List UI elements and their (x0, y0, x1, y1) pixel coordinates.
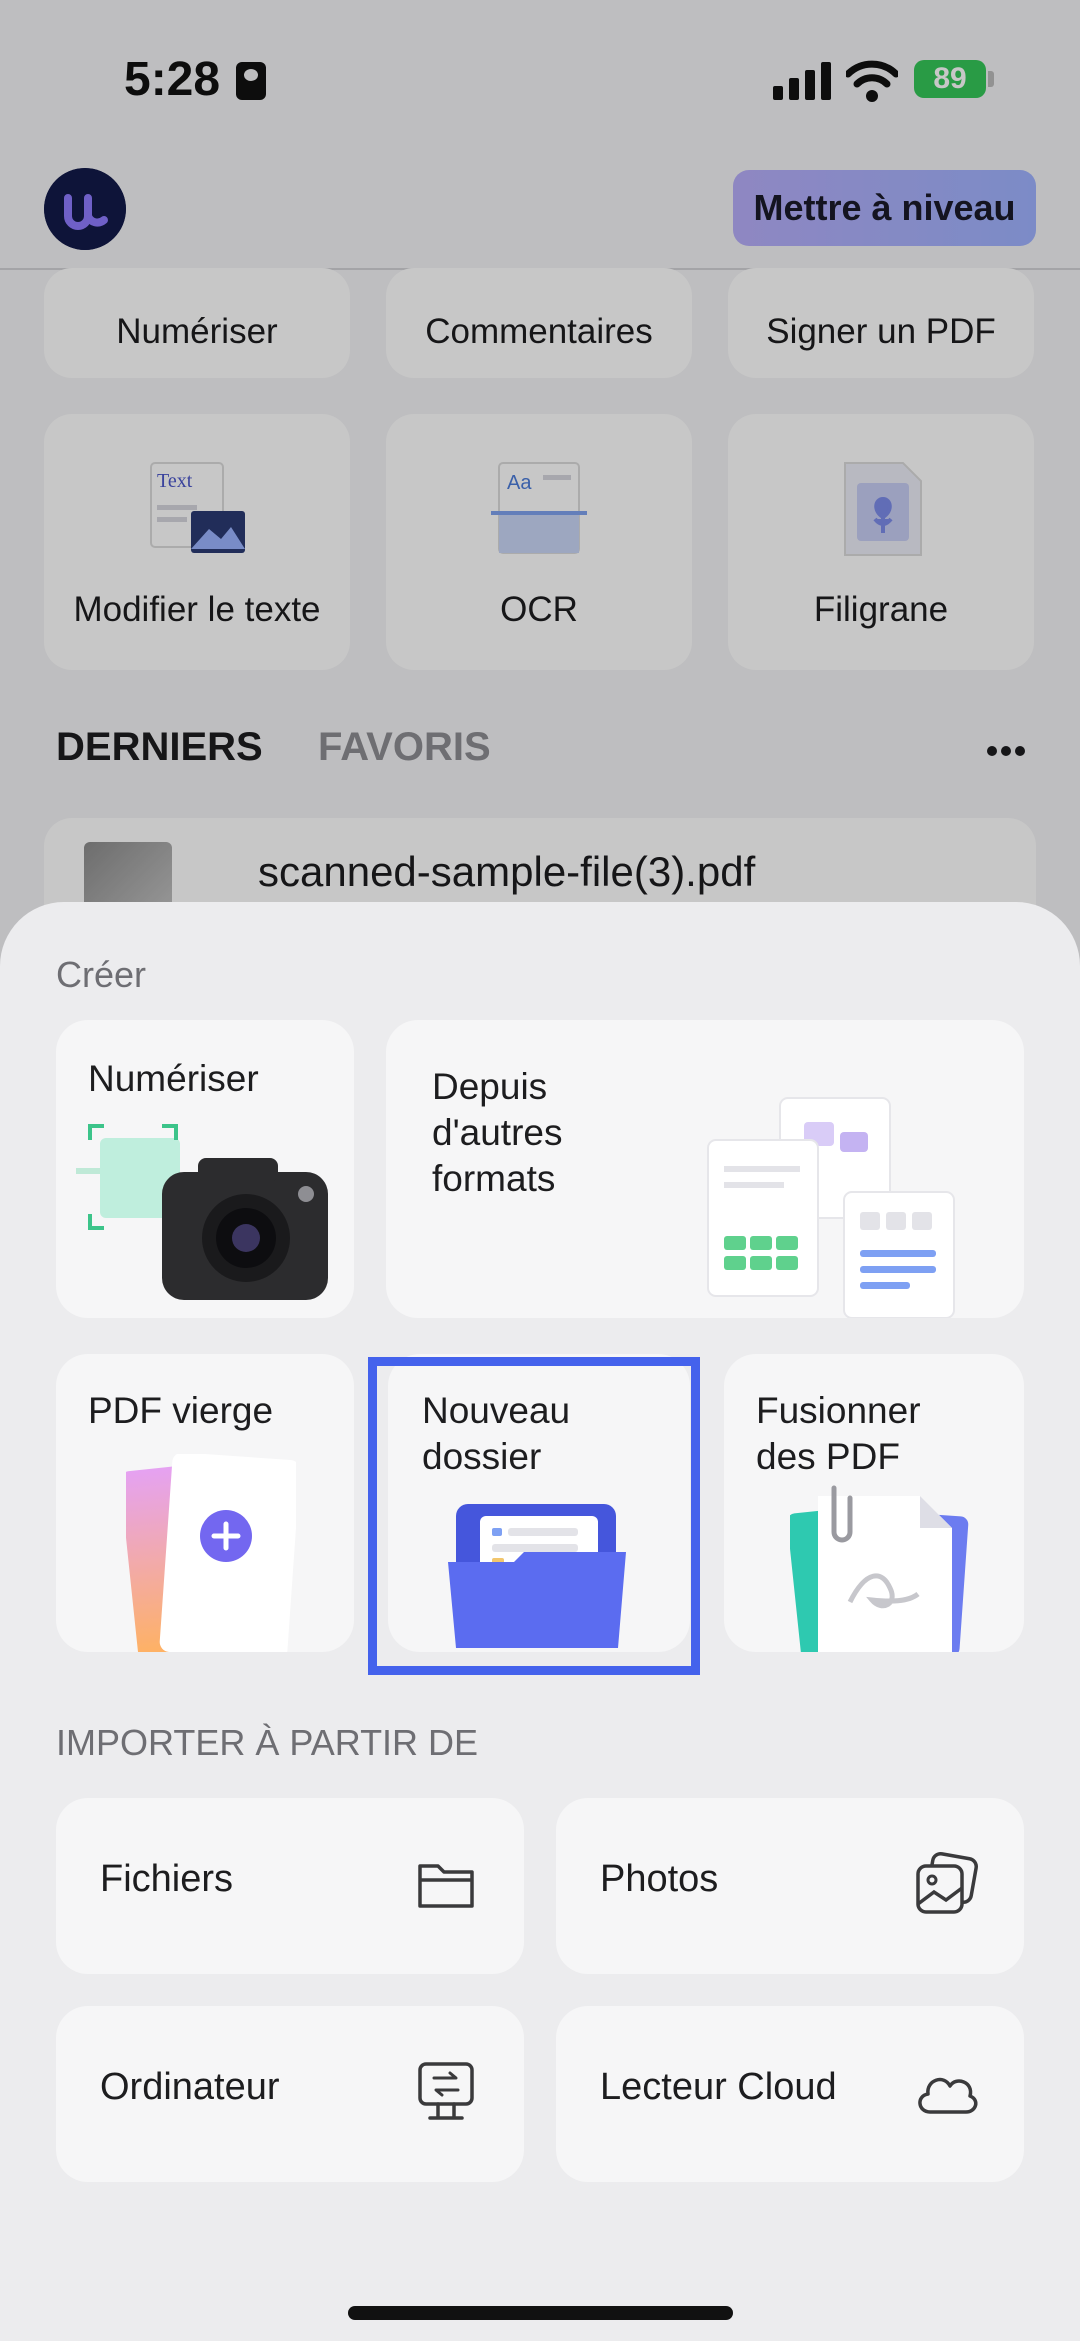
create-section-title: Créer (56, 954, 147, 995)
import-photos-label: Photos (600, 1858, 719, 1900)
import-computer-label: Ordinateur (100, 2066, 280, 2108)
import-files-card[interactable]: Fichiers (56, 1798, 524, 1974)
create-merge-pdf-card[interactable]: Fusionner des PDF (724, 1354, 1024, 1652)
selection-highlight (368, 1357, 700, 1675)
create-from-formats-card[interactable]: Depuis d'autres formats (386, 1020, 1024, 1318)
import-photos-card[interactable]: Photos (556, 1798, 1024, 1974)
create-blank-pdf-label: PDF vierge (88, 1390, 274, 1431)
camera-icon (76, 1124, 328, 1300)
import-cloud-card[interactable]: Lecteur Cloud (556, 2006, 1024, 2182)
import-cloud-label: Lecteur Cloud (600, 2066, 837, 2108)
documents-icon (707, 1097, 955, 1318)
computer-transfer-icon (418, 2062, 474, 2120)
create-scan-card[interactable]: Numériser (56, 1020, 354, 1318)
create-from-formats-label: Depuis d'autres formats (432, 1066, 563, 1199)
create-merge-pdf-label: Fusionner des PDF (756, 1390, 921, 1477)
create-blank-pdf-card[interactable]: PDF vierge (56, 1354, 354, 1652)
home-indicator[interactable] (348, 2306, 733, 2320)
merge-pdf-icon (790, 1485, 969, 1652)
import-computer-card[interactable]: Ordinateur (56, 2006, 524, 2182)
import-section-title: IMPORTER À PARTIR DE (56, 1722, 479, 1763)
folder-outline-icon (418, 1864, 474, 1908)
blank-pdf-icon (126, 1454, 296, 1652)
create-scan-label: Numériser (88, 1058, 259, 1099)
import-files-label: Fichiers (100, 1858, 234, 1900)
photos-icon (916, 1852, 978, 1914)
cloud-icon (918, 2077, 978, 2114)
